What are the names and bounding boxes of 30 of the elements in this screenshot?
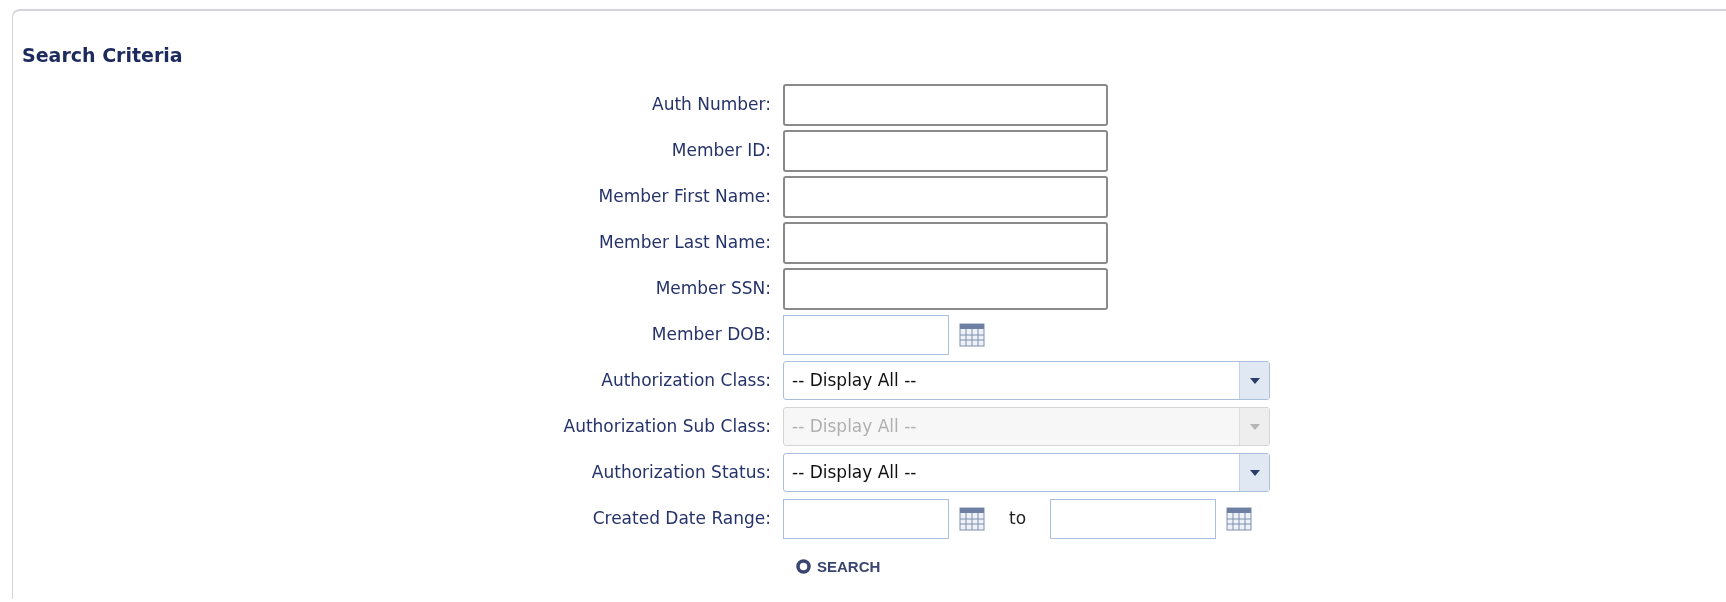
- input-field[interactable]: [783, 267, 1108, 310]
- field-label: Authorization Class:: [601, 369, 771, 390]
- input-field[interactable]: [783, 129, 1108, 172]
- caret-icon: [1249, 469, 1260, 476]
- field-label: Auth Number:: [652, 93, 771, 114]
- field-label: Created Date Range:: [592, 507, 771, 528]
- field-label: Member SSN:: [655, 277, 771, 298]
- date-field[interactable]: [783, 498, 949, 539]
- field-label: Member Last Name:: [598, 231, 771, 252]
- search-button[interactable]: SEARCH: [796, 555, 881, 578]
- input-field[interactable]: [783, 221, 1108, 264]
- range-separator: to: [1009, 506, 1027, 530]
- field-label: Member ID:: [671, 139, 771, 160]
- dropdown[interactable]: -- Display All --: [783, 453, 1270, 492]
- calendar-icon[interactable]: [1226, 506, 1253, 531]
- calendar-icon[interactable]: [959, 322, 985, 347]
- date-field[interactable]: [783, 314, 949, 355]
- dropdown[interactable]: -- Display All --: [783, 361, 1270, 400]
- caret-icon: [1249, 423, 1260, 430]
- field-label: Member DOB:: [651, 323, 771, 344]
- field-label: Authorization Status:: [591, 461, 771, 482]
- circle-icon: [796, 559, 811, 575]
- field-label: Authorization Sub Class:: [563, 415, 771, 436]
- field-label: Member First Name:: [598, 185, 771, 206]
- caret-icon: [1249, 377, 1260, 384]
- calendar-icon[interactable]: [959, 506, 985, 531]
- section-heading: Search Criteria: [22, 43, 183, 68]
- input-field[interactable]: [783, 83, 1108, 126]
- input-field[interactable]: [783, 175, 1108, 218]
- date-field[interactable]: [1050, 498, 1217, 539]
